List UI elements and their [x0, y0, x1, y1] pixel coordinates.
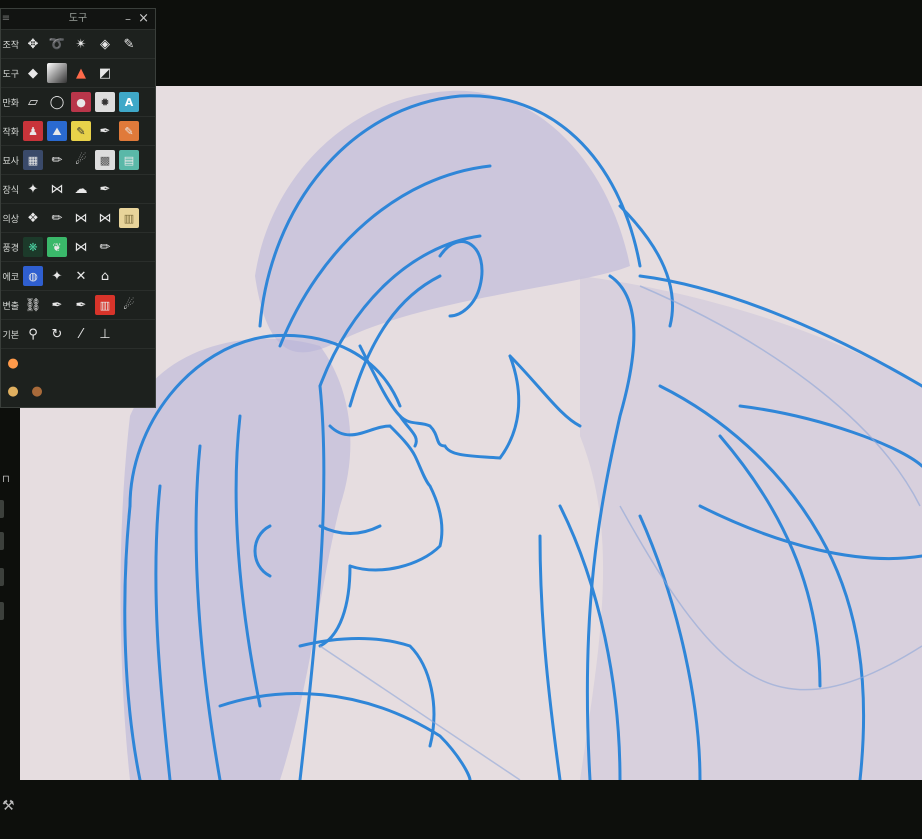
smudge-icon[interactable]: ☄	[71, 150, 91, 170]
ribbon-icon[interactable]: ⋈	[47, 179, 67, 199]
line-boy-jacket-3	[538, 534, 562, 780]
line-construction-3	[319, 645, 521, 780]
cross-hatch-icon[interactable]: ▦	[23, 150, 43, 170]
screentone-icon[interactable]: ▩	[95, 150, 115, 170]
stamp-icon[interactable]: ⊥	[95, 324, 115, 344]
sticker-icon[interactable]: ●	[71, 92, 91, 112]
left-side-strip	[0, 440, 18, 820]
sparkle-icon[interactable]: ✦	[47, 266, 67, 286]
side-strip-button[interactable]	[0, 602, 4, 620]
crossed-swords-icon[interactable]: ✕	[71, 266, 91, 286]
tool-row-7: 풍경 ❋ ❦ ⋈ ✏	[1, 233, 155, 262]
lasso-icon[interactable]: ➰	[47, 34, 67, 54]
bear-icon[interactable]: ●	[27, 381, 47, 401]
fill-bucket-icon[interactable]: ◩	[95, 63, 115, 83]
tool-row-3: 작화 ♟ ⛰ ✎ ✒ ✎	[1, 117, 155, 146]
tool-row-label: 에코	[2, 272, 19, 283]
cloud-icon[interactable]: ☁	[71, 179, 91, 199]
tree-icon[interactable]: ❋	[23, 237, 43, 257]
figure-icon[interactable]: ♟	[23, 121, 43, 141]
tool-row-label: 변출	[2, 301, 19, 312]
magic-wand-icon[interactable]: ✴	[71, 34, 91, 54]
cake-icon[interactable]: ▲	[71, 63, 91, 83]
shading-boy-hair	[255, 90, 630, 353]
fabric-icon[interactable]: ▥	[119, 208, 139, 228]
tool-row-label: 풍경	[2, 243, 19, 254]
hamster-icon[interactable]: ●	[3, 381, 23, 401]
gradient-icon[interactable]	[47, 63, 67, 83]
flash-lines-icon[interactable]: ✹	[95, 92, 115, 112]
side-strip-button[interactable]	[0, 500, 4, 518]
brush-icon[interactable]: ✎	[119, 34, 139, 54]
tool-row-label: 기본	[2, 330, 19, 341]
tool-row-label: 만화	[2, 98, 19, 109]
sparkle-icon[interactable]: ✦	[23, 179, 43, 199]
tool-row-6: 의상 ❖ ✏ ⋈ ⋈ ▥	[1, 204, 155, 233]
speech-bubble-icon[interactable]: ◯	[47, 92, 67, 112]
tool-row-0: 조작 ✥ ➰ ✴ ◈ ✎	[1, 30, 155, 59]
house-icon[interactable]: ⌂	[95, 266, 115, 286]
ribbon-icon[interactable]: ⋈	[95, 208, 115, 228]
colored-pencil-icon[interactable]: ✎	[119, 121, 139, 141]
ribbon-icon[interactable]: ⋈	[71, 237, 91, 257]
side-strip-button[interactable]	[0, 568, 4, 586]
move-icon[interactable]: ✥	[23, 34, 43, 54]
side-strip-button[interactable]	[0, 532, 4, 550]
close-icon[interactable]: ×	[138, 9, 149, 29]
marker-icon[interactable]: ✎	[71, 121, 91, 141]
tool-row-4: 묘사 ▦ ✏ ☄ ▩ ▤	[1, 146, 155, 175]
ribbon-icon[interactable]: ⋈	[71, 208, 91, 228]
tool-row-label: 조작	[2, 40, 19, 51]
frame-icon[interactable]: ▱	[23, 92, 43, 112]
tool-row-9: 변출 ⛓ ✒ ✒ ▥ ☄	[1, 291, 155, 320]
tool-row-label: 장식	[2, 185, 19, 196]
rotate-icon[interactable]: ↻	[47, 324, 67, 344]
line-boy-neck	[508, 354, 582, 428]
mountain-icon[interactable]: ⛰	[47, 121, 67, 141]
wrench-icon[interactable]: ⚒	[2, 798, 15, 814]
pen-icon[interactable]: ✒	[95, 121, 115, 141]
planet-icon[interactable]: ◍	[23, 266, 43, 286]
text-icon[interactable]: A	[119, 92, 139, 112]
eyedropper-icon[interactable]: ⁄	[71, 324, 91, 344]
pen-icon[interactable]: ✒	[47, 295, 67, 315]
line-boy-face	[358, 344, 521, 460]
pen-icon[interactable]: ✒	[71, 295, 91, 315]
sub-tool-row: ●	[1, 349, 155, 377]
tool-row-label: 작화	[2, 127, 19, 138]
tool-palette-title: 도구	[68, 13, 88, 24]
tool-row-10: 기본 ⚲ ↻ ⁄ ⊥	[1, 320, 155, 349]
zoom-icon[interactable]: ⚲	[23, 324, 43, 344]
chain-icon[interactable]: ⛓	[23, 295, 43, 315]
layer-select-icon[interactable]: ◈	[95, 34, 115, 54]
pencil-icon[interactable]: ✏	[95, 237, 115, 257]
tool-row-label: 의상	[2, 214, 19, 225]
minimize-icon[interactable]: –	[125, 9, 131, 29]
line-girl-collar	[298, 637, 436, 748]
tool-row-label: 묘사	[2, 156, 19, 167]
tool-row-1: 도구 ◆ ▲ ◩	[1, 59, 155, 88]
peach-icon[interactable]: ●	[3, 353, 23, 373]
pencil-icon[interactable]: ✏	[47, 208, 67, 228]
smudge-icon[interactable]: ☄	[119, 295, 139, 315]
building-icon[interactable]: ▥	[95, 295, 115, 315]
tool-row-2: 만화 ▱ ◯ ● ✹ A	[1, 88, 155, 117]
tool-palette: ≡ 도구 – × 조작 ✥ ➰ ✴ ◈ ✎ 도구 ◆ ▲ ◩ 만화 ▱ ◯ ● …	[0, 8, 156, 408]
tool-row-label: 도구	[2, 69, 19, 80]
layout-icon[interactable]: ▤	[119, 150, 139, 170]
sub-tool-row: ● ●	[1, 377, 155, 405]
pencil-icon[interactable]: ✏	[47, 150, 67, 170]
tool-row-8: 에코 ◍ ✦ ✕ ⌂	[1, 262, 155, 291]
tool-palette-titlebar[interactable]: ≡ 도구 – ×	[1, 9, 155, 30]
pen-icon[interactable]: ✒	[95, 179, 115, 199]
leaf-icon[interactable]: ❦	[47, 237, 67, 257]
pattern-icon[interactable]: ❖	[23, 208, 43, 228]
tool-row-5: 장식 ✦ ⋈ ☁ ✒	[1, 175, 155, 204]
eraser-icon[interactable]: ◆	[23, 63, 43, 83]
